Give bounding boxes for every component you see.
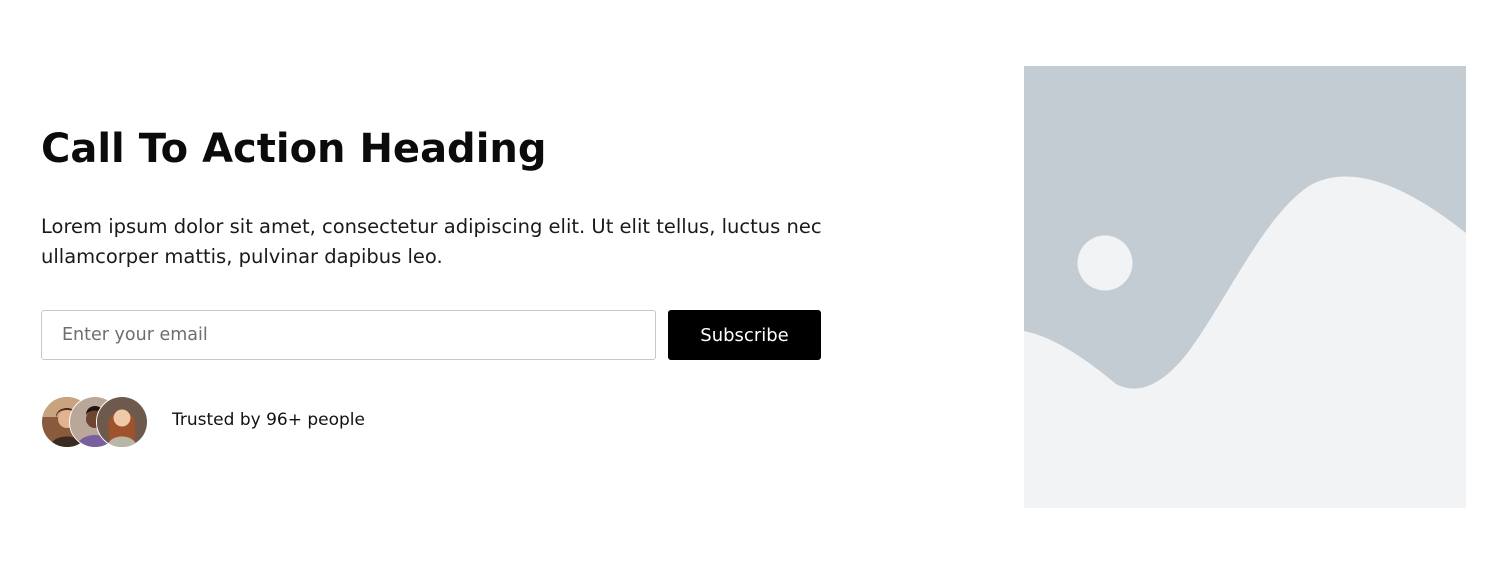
trust-row: Trusted by 96+ people [41, 396, 441, 448]
trust-text: Trusted by 96+ people [172, 410, 365, 430]
user-avatar-icon [97, 397, 147, 447]
cta-heading: Call To Action Heading [41, 126, 547, 172]
image-placeholder [1024, 66, 1466, 508]
subscribe-form: Subscribe [41, 310, 822, 360]
cta-body-text: Lorem ipsum dolor sit amet, consectetur … [41, 215, 822, 268]
email-input[interactable] [41, 310, 656, 360]
avatar [96, 396, 148, 448]
subscribe-button[interactable]: Subscribe [668, 310, 821, 360]
image-placeholder-icon [1024, 66, 1466, 508]
avatar-group [41, 396, 151, 448]
